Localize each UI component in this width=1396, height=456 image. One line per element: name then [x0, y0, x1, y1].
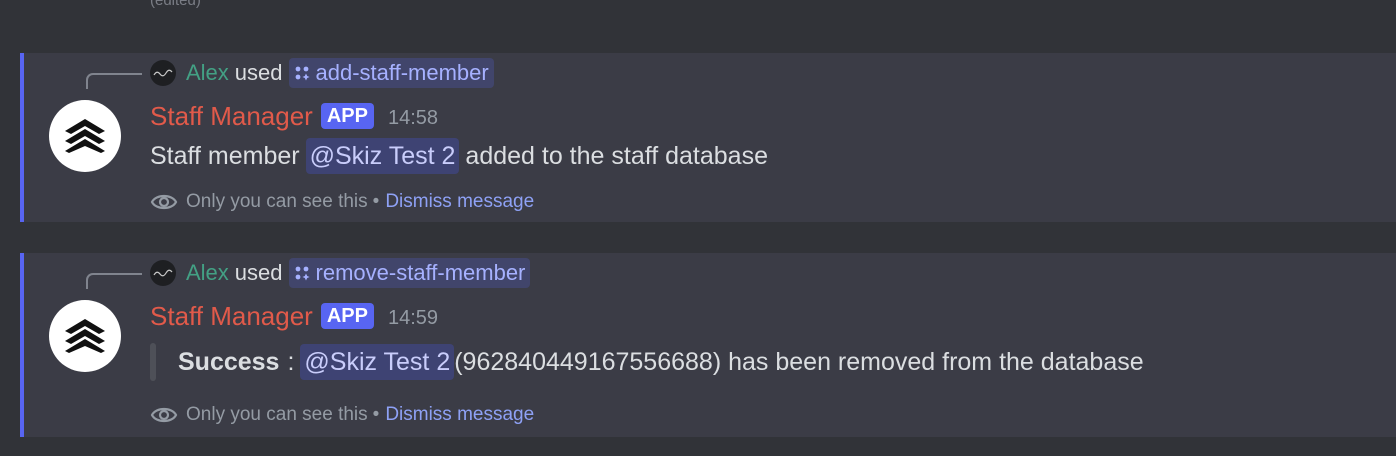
content-suffix: added to the staff database: [465, 141, 768, 170]
message-header: Staff Manager APP 14:59: [150, 300, 438, 332]
user-mention[interactable]: @Skiz Test 2: [300, 344, 455, 380]
bot-username[interactable]: Staff Manager: [150, 101, 313, 132]
message-2[interactable]: Alex used remove-staff-member Staff Mana…: [20, 253, 1396, 437]
content-prefix: Staff member: [150, 141, 300, 170]
bot-username[interactable]: Staff Manager: [150, 301, 313, 332]
user-mini-avatar[interactable]: [150, 260, 176, 286]
slash-command-icon: [295, 66, 310, 81]
separator-dot: •: [372, 404, 380, 425]
content-suffix: (962840449167556688) has been removed fr…: [454, 347, 1144, 376]
message-1[interactable]: Alex used add-staff-member Staff Manager: [20, 53, 1396, 222]
timestamp[interactable]: 14:59: [388, 307, 438, 330]
command-chip[interactable]: remove-staff-member: [288, 258, 531, 288]
reply-username[interactable]: Alex: [186, 60, 229, 86]
separator-dot: •: [372, 191, 380, 212]
skizzy-logo-icon: [153, 269, 173, 277]
ephemeral-notice: Only you can see this • Dismiss message: [150, 189, 534, 215]
reply-username[interactable]: Alex: [186, 260, 229, 286]
eye-icon: [150, 194, 178, 210]
reply-context[interactable]: Alex used remove-staff-member: [150, 258, 531, 288]
reply-spine: [86, 73, 142, 89]
user-mini-avatar[interactable]: [150, 60, 176, 86]
dismiss-message-link[interactable]: Dismiss message: [385, 404, 534, 426]
command-name: remove-staff-member: [315, 260, 526, 285]
bot-avatar[interactable]: [49, 300, 121, 372]
command-chip[interactable]: add-staff-member: [288, 58, 494, 88]
reply-used-label: used: [234, 260, 283, 285]
chevrons-logo-icon: [65, 119, 105, 153]
skizzy-logo-icon: [153, 69, 173, 77]
app-badge: APP: [320, 303, 374, 329]
user-mention[interactable]: @Skiz Test 2: [305, 138, 460, 174]
reply-spine: [86, 273, 142, 289]
blockquote-content: Success : @Skiz Test 2 (9628404491675566…: [178, 343, 1144, 381]
reply-context[interactable]: Alex used add-staff-member: [150, 58, 494, 88]
dismiss-message-link[interactable]: Dismiss message: [385, 191, 534, 213]
message-header: Staff Manager APP 14:58: [150, 100, 438, 132]
reply-used-label: used: [234, 60, 283, 85]
ephemeral-text: Only you can see this: [186, 404, 368, 425]
edited-indicator: (edited): [150, 0, 201, 9]
chat-view: (edited) Alex used add-staff-member Staf…: [0, 0, 1396, 456]
bot-avatar[interactable]: [49, 100, 121, 172]
blockquote-bar: [150, 343, 156, 381]
chevrons-logo-icon: [65, 319, 105, 353]
timestamp[interactable]: 14:58: [388, 107, 438, 130]
success-label: Success: [178, 347, 280, 376]
ephemeral-notice: Only you can see this • Dismiss message: [150, 402, 534, 428]
eye-icon: [150, 407, 178, 423]
colon-separator: :: [287, 347, 295, 376]
message-content: Staff member @Skiz Test 2 added to the s…: [150, 137, 768, 175]
ephemeral-text: Only you can see this: [186, 191, 368, 212]
app-badge: APP: [320, 103, 374, 129]
slash-command-icon: [295, 266, 310, 281]
command-name: add-staff-member: [315, 60, 489, 85]
